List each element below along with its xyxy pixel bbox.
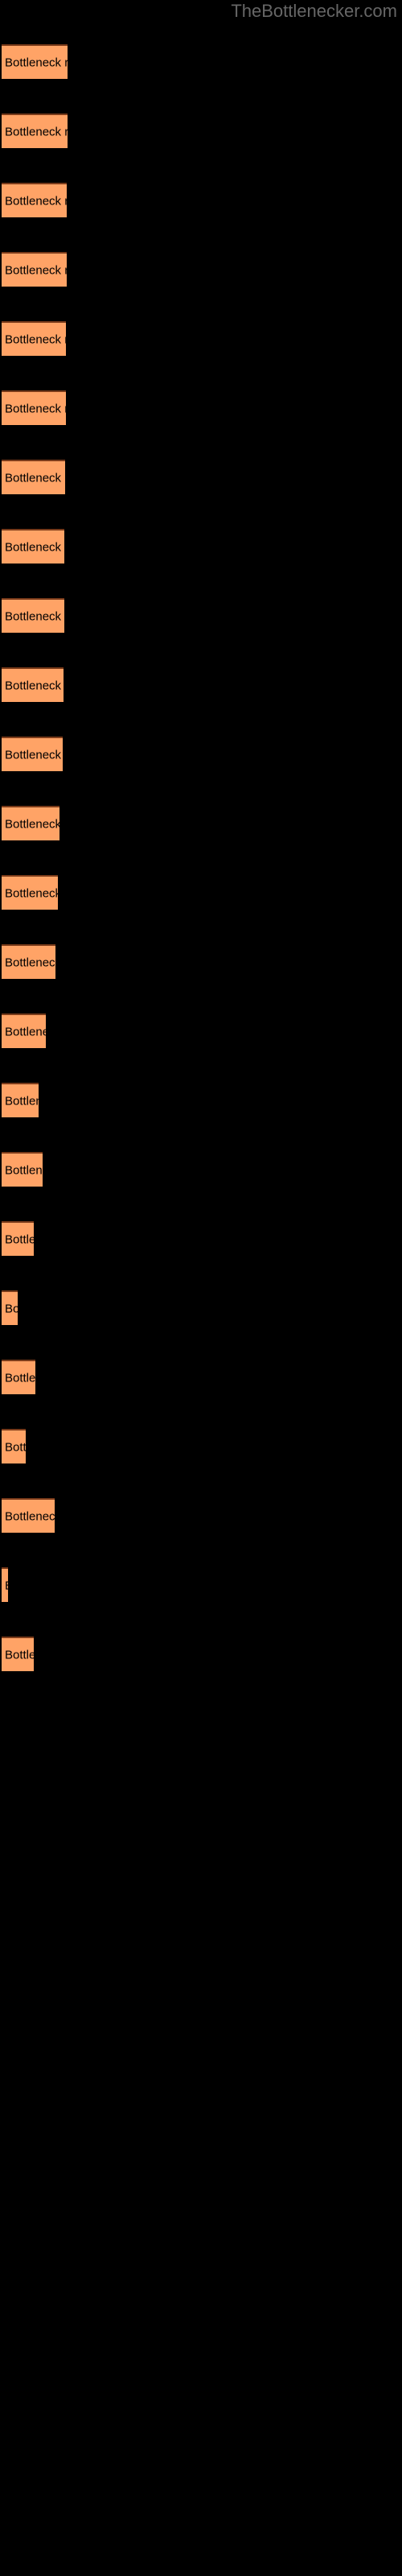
bar-label: Bottleneck result: [5, 1509, 55, 1523]
bar-row: Bottleneck result: [0, 1637, 402, 1671]
bar-row: Bottleneck result: [0, 598, 402, 633]
bar[interactable]: Bottleneck result: [2, 1290, 18, 1325]
bar-row: Bottleneck result: [0, 390, 402, 425]
bar-row: Bottleneck result: [0, 875, 402, 910]
bar-label: Bottleneck result: [5, 679, 64, 692]
bar[interactable]: Bottleneck result: [2, 252, 67, 287]
bar-row: Bottleneck result: [0, 737, 402, 771]
bar-label: Bottleneck result: [5, 1232, 34, 1246]
bar[interactable]: Bottleneck result: [2, 737, 63, 771]
bar-row: Bottleneck result: [0, 1360, 402, 1394]
bar-label: Bottleneck result: [5, 540, 64, 554]
bar-row: Bottleneck result: [0, 806, 402, 840]
bar-label: Bottleneck result: [5, 56, 68, 69]
bar-label: Bottleneck result: [5, 748, 63, 762]
bar[interactable]: Bottleneck result: [2, 1013, 46, 1048]
bar-label: Bottleneck result: [5, 1440, 26, 1454]
bar-row: Bottleneck result: [0, 114, 402, 148]
bar[interactable]: Bottleneck result: [2, 1429, 26, 1463]
bar[interactable]: Bottleneck result: [2, 875, 58, 910]
bar-label: Bottleneck result: [5, 471, 65, 485]
bar[interactable]: Bottleneck result: [2, 44, 68, 79]
bar-label: Bottleneck result: [5, 1371, 35, 1385]
bar-label: Bottleneck result: [5, 263, 67, 277]
bar-row: Bottleneck result: [0, 1221, 402, 1256]
bar-row: Bottleneck result: [0, 44, 402, 79]
bar-label: Bottleneck result: [5, 125, 68, 138]
bar-row: Bottleneck result: [0, 1567, 402, 1602]
bar[interactable]: Bottleneck result: [2, 944, 55, 979]
bar[interactable]: Bottleneck result: [2, 1498, 55, 1533]
bar-label: Bottleneck result: [5, 609, 64, 623]
bar-row: Bottleneck result: [0, 1429, 402, 1463]
bottleneck-bar-chart: Bottleneck result Bottleneck result Bottle…: [0, 0, 402, 2576]
bar[interactable]: Bottleneck result: [2, 183, 67, 217]
bar-row: Bottleneck result: [0, 1013, 402, 1048]
bar[interactable]: Bottleneck result: [2, 1360, 35, 1394]
bar-row: Bottleneck result: [0, 529, 402, 564]
bar-row: Bottleneck result: [0, 1152, 402, 1187]
bar[interactable]: Bottleneck result: [2, 460, 65, 494]
bar-label: Bottleneck result: [5, 1302, 18, 1315]
bar-label: Bottleneck result: [5, 402, 66, 415]
bar-label: Bottleneck result: [5, 1094, 39, 1108]
bar-label: Bottleneck result: [5, 886, 58, 900]
bar-label: Bottleneck result: [5, 1648, 34, 1662]
bar-label: Bottleneck result: [5, 1163, 43, 1177]
bar-row: Bottleneck result: [0, 460, 402, 494]
bar[interactable]: Bottleneck result: [2, 1637, 34, 1671]
bar[interactable]: Bottleneck result: [2, 114, 68, 148]
bar-label: Bottleneck result: [5, 194, 67, 208]
bar[interactable]: Bottleneck result: [2, 321, 66, 356]
bar[interactable]: Bottleneck result: [2, 667, 64, 702]
bar-label: Bottleneck result: [5, 956, 55, 969]
bar-row: Bottleneck result: [0, 252, 402, 287]
bar[interactable]: Bottleneck result: [2, 806, 59, 840]
bar-label: Bottleneck result: [5, 1025, 46, 1038]
bar[interactable]: Bottleneck result: [2, 1567, 8, 1602]
bar[interactable]: Bottleneck result: [2, 390, 66, 425]
bar-label: Bottleneck result: [5, 332, 66, 346]
bar[interactable]: Bottleneck result: [2, 598, 64, 633]
bar-label: Bottleneck result: [5, 1579, 8, 1592]
bar[interactable]: Bottleneck result: [2, 529, 64, 564]
bar-row: Bottleneck result: [0, 944, 402, 979]
bar-row: Bottleneck result: [0, 183, 402, 217]
bar-label: Bottleneck result: [5, 817, 59, 831]
bar-row: Bottleneck result: [0, 1498, 402, 1533]
bar-row: Bottleneck result: [0, 1290, 402, 1325]
bar-row: Bottleneck result: [0, 321, 402, 356]
bar-row: Bottleneck result: [0, 667, 402, 702]
bar[interactable]: Bottleneck result: [2, 1221, 34, 1256]
bar-row: Bottleneck result: [0, 1083, 402, 1117]
bar[interactable]: Bottleneck result: [2, 1083, 39, 1117]
bar[interactable]: Bottleneck result: [2, 1152, 43, 1187]
